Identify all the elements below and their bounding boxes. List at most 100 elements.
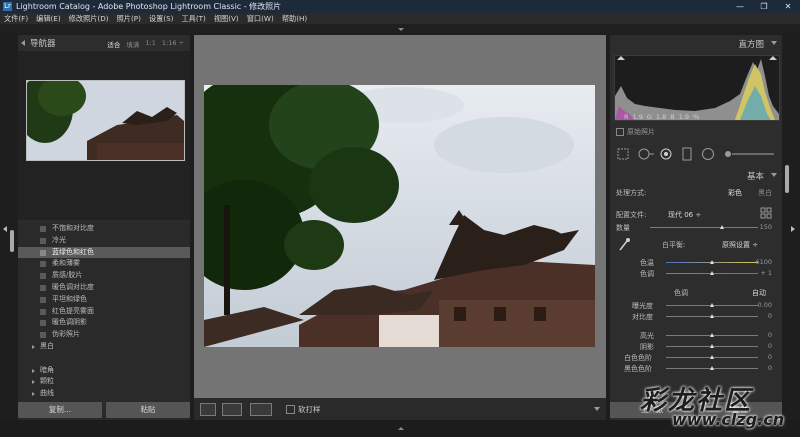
preset-icon [40,308,46,315]
menu-settings[interactable]: 设置(S) [145,13,178,24]
navigator-collapse-icon[interactable] [21,40,25,46]
expand-filmstrip-icon[interactable] [398,427,404,430]
paste-button[interactable]: 粘贴 [106,402,190,418]
contrast-value[interactable]: 0 [768,312,772,320]
menu-file[interactable]: 文件(F) [0,13,32,24]
shadows-slider[interactable] [666,344,758,348]
histogram-header[interactable]: 直方图 [610,35,782,51]
photo-canvas[interactable] [194,35,606,398]
collapse-top-icon[interactable] [398,28,404,31]
top-panel-toggle[interactable] [0,24,800,35]
zoom-custom[interactable]: 1:16 ÷ [162,39,184,49]
adjustment-brush-icon[interactable] [725,151,774,157]
tint-slider[interactable] [666,271,758,275]
collapse-right-icon[interactable] [791,226,795,232]
exposure-slider[interactable] [666,303,758,307]
zoom-fit[interactable]: 适合 [107,39,120,49]
treatment-bw-option[interactable]: 黑白 [758,188,772,198]
basic-collapse-icon[interactable] [771,173,777,177]
basic-header[interactable]: 基本 [610,167,782,183]
preset-item[interactable]: 暖色调阴影 [18,317,190,329]
left-scrollbar[interactable] [10,230,14,252]
whites-value[interactable]: 0 [768,353,772,361]
exposure-thumb[interactable] [710,303,714,307]
menu-tools[interactable]: 工具(T) [177,13,209,24]
auto-tone-button[interactable]: 自动 [752,288,766,298]
amount-thumb[interactable] [720,225,724,229]
menu-help[interactable]: 帮助(H) [278,13,311,24]
whites-slider[interactable] [666,355,758,359]
preset-item[interactable]: 暖色调对比度 [18,282,190,294]
menu-window[interactable]: 窗口(W) [243,13,278,24]
preset-item[interactable]: 红色提亮雾面 [18,306,190,318]
temp-value[interactable]: 6100 [755,258,772,266]
histogram-collapse-icon[interactable] [771,41,777,45]
navigator-preview[interactable] [18,51,190,220]
highlights-slider[interactable] [666,333,758,337]
eyedropper-icon[interactable] [618,238,630,252]
maximize-icon[interactable]: ❐ [752,0,776,13]
histogram[interactable] [614,55,780,121]
right-scrollbar[interactable] [785,165,789,193]
preset-item-selected[interactable]: 蓝绿色和红色 [18,246,190,259]
expand-icon [32,380,35,385]
before-after-button[interactable] [222,403,242,416]
original-photo-toggle[interactable]: 原始照片 [616,127,655,137]
soft-proof-checkbox[interactable] [286,405,295,414]
toolbar-menu-icon[interactable] [594,407,600,411]
amount-slider[interactable] [650,225,758,229]
original-photo-checkbox[interactable] [616,128,624,136]
amount-value[interactable]: 150 [760,223,772,231]
collapse-left-icon[interactable] [3,226,7,232]
shadows-value[interactable]: 0 [768,342,772,350]
treatment-color-option[interactable]: 彩色 [728,188,742,198]
zoom-1-1[interactable]: 1:1 [145,39,155,49]
white-balance-select[interactable]: 原照设置 ÷ [722,240,758,250]
contrast-slider[interactable] [666,314,758,318]
crop-tool-icon[interactable] [617,148,629,160]
main-photo[interactable] [204,85,595,347]
preset-group-grain[interactable]: 颗粒 [18,376,190,388]
graduated-filter-icon[interactable] [682,147,692,161]
tint-thumb[interactable] [710,271,714,275]
preset-item[interactable]: 不饱和对比度 [18,223,190,235]
blacks-thumb[interactable] [710,366,714,370]
whites-thumb[interactable] [710,355,714,359]
minimize-icon[interactable]: — [728,0,752,13]
spot-removal-icon[interactable] [638,148,654,160]
profile-select[interactable]: 现代 06 ÷ [668,210,701,220]
preset-group-vignette[interactable]: 暗角 [18,365,190,377]
yy-compare-button[interactable] [250,403,272,416]
preset-item[interactable]: 冷光 [18,235,190,247]
menu-view[interactable]: 视图(V) [210,13,243,24]
blacks-value[interactable]: 0 [768,364,772,372]
exposure-value[interactable]: 0.00 [758,301,772,309]
tint-value[interactable]: + 1 [760,269,772,277]
navigator-thumbnail[interactable] [26,80,185,161]
preset-item[interactable]: 质感/胶片 [18,270,190,282]
close-icon[interactable]: ✕ [776,0,800,13]
zoom-fill[interactable]: 填满 [126,39,139,49]
temp-slider[interactable] [666,260,758,264]
navigator-title: 导航器 [30,39,56,49]
contrast-thumb[interactable] [710,314,714,318]
red-eye-icon[interactable] [660,148,672,160]
navigator-header[interactable]: 导航器 适合 填满 1:1 1:16 ÷ [18,35,190,51]
temp-thumb[interactable] [710,260,714,264]
preset-item[interactable]: 伪彩照片 [18,329,190,341]
loupe-view-button[interactable] [200,403,216,416]
highlights-thumb[interactable] [710,333,714,337]
preset-item[interactable]: 平坦和绿色 [18,294,190,306]
menu-edit[interactable]: 编辑(E) [32,13,65,24]
radial-filter-icon[interactable] [702,148,714,160]
preset-item[interactable]: 柔和薄雾 [18,258,190,270]
shadows-thumb[interactable] [710,344,714,348]
preset-group-curve[interactable]: 曲线 [18,388,190,400]
menu-develop[interactable]: 修改照片(D) [65,13,113,24]
highlights-value[interactable]: 0 [768,331,772,339]
copy-button[interactable]: 复制... [18,402,102,418]
preset-group-black-white[interactable]: 黑白 [18,341,190,353]
menu-photo[interactable]: 照片(P) [113,13,145,24]
profile-browser-icon[interactable] [760,207,772,219]
blacks-slider[interactable] [666,366,758,370]
